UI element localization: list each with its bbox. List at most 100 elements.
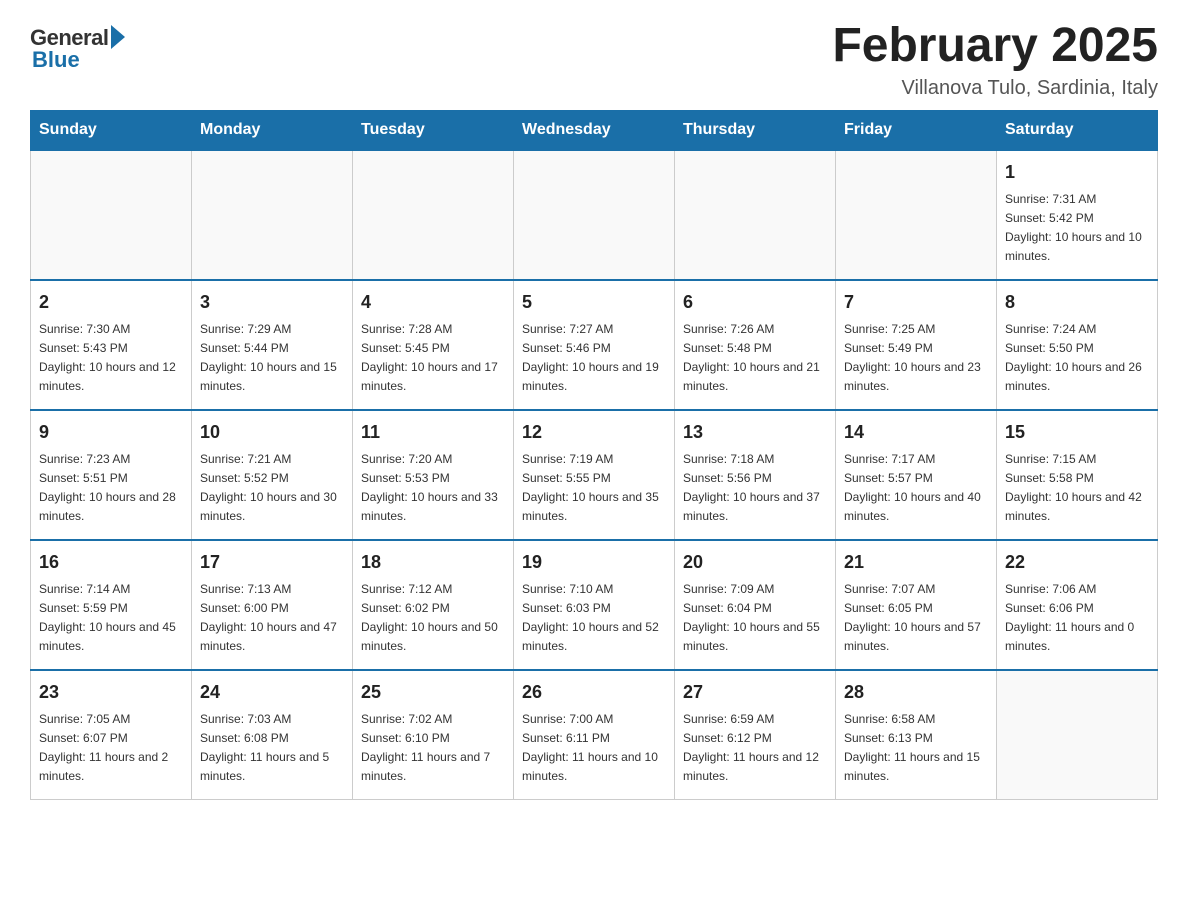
day-number: 18	[361, 549, 505, 576]
day-number: 11	[361, 419, 505, 446]
days-of-week-row: SundayMondayTuesdayWednesdayThursdayFrid…	[31, 110, 1158, 150]
page-header: General Blue February 2025 Villanova Tul…	[30, 20, 1158, 100]
calendar-cell: 15Sunrise: 7:15 AMSunset: 5:58 PMDayligh…	[997, 410, 1158, 540]
calendar-cell: 11 Sunrise: 7:20 AMSunset: 5:53 PMDayligh…	[353, 410, 514, 540]
day-number: 26	[522, 679, 666, 706]
day-info: Sunrise: 7:03 AMSunset: 6:08 PMDaylight:…	[200, 710, 344, 787]
day-number: 19	[522, 549, 666, 576]
calendar-body: 1 Sunrise: 7:31 AMSunset: 5:42 PMDaylight…	[31, 150, 1158, 800]
day-info: Sunrise: 7:15 AMSunset: 5:58 PMDaylight:…	[1005, 450, 1149, 527]
day-of-week-header: Wednesday	[514, 110, 675, 150]
title-block: February 2025 Villanova Tulo, Sardinia, …	[832, 20, 1158, 100]
calendar-week-row: 23Sunrise: 7:05 AMSunset: 6:07 PMDayligh…	[31, 670, 1158, 800]
day-of-week-header: Saturday	[997, 110, 1158, 150]
calendar-cell: 12Sunrise: 7:19 AMSunset: 5:55 PMDayligh…	[514, 410, 675, 540]
calendar-cell: 19 Sunrise: 7:10 AMSunset: 6:03 PMDayligh…	[514, 540, 675, 670]
day-info: Sunrise: 7:29 AMSunset: 5:44 PMDaylight:…	[200, 320, 344, 397]
logo-arrow-icon	[111, 25, 125, 49]
calendar-cell: 9 Sunrise: 7:23 AMSunset: 5:51 PMDaylight…	[31, 410, 192, 540]
calendar-cell: 7 Sunrise: 7:25 AMSunset: 5:49 PMDaylight…	[836, 280, 997, 410]
day-info: Sunrise: 7:18 AMSunset: 5:56 PMDaylight:…	[683, 450, 827, 527]
day-number: 5	[522, 289, 666, 316]
day-info: Sunrise: 7:09 AMSunset: 6:04 PMDaylight:…	[683, 580, 827, 657]
day-number: 1	[1005, 159, 1149, 186]
day-info: Sunrise: 7:31 AMSunset: 5:42 PMDaylight:…	[1005, 190, 1149, 267]
calendar-cell	[675, 150, 836, 280]
day-number: 28	[844, 679, 988, 706]
calendar-cell: 25Sunrise: 7:02 AMSunset: 6:10 PMDayligh…	[353, 670, 514, 800]
day-number: 17	[200, 549, 344, 576]
calendar-cell: 28 Sunrise: 6:58 AMSunset: 6:13 PMDayligh…	[836, 670, 997, 800]
day-info: Sunrise: 7:13 AMSunset: 6:00 PMDaylight:…	[200, 580, 344, 657]
calendar-subtitle: Villanova Tulo, Sardinia, Italy	[832, 77, 1158, 100]
calendar-week-row: 2 Sunrise: 7:30 AMSunset: 5:43 PMDaylight…	[31, 280, 1158, 410]
day-number: 13	[683, 419, 827, 446]
day-number: 4	[361, 289, 505, 316]
calendar-cell: 21 Sunrise: 7:07 AMSunset: 6:05 PMDayligh…	[836, 540, 997, 670]
day-info: Sunrise: 7:24 AMSunset: 5:50 PMDaylight:…	[1005, 320, 1149, 397]
day-number: 10	[200, 419, 344, 446]
calendar-cell: 14 Sunrise: 7:17 AMSunset: 5:57 PMDayligh…	[836, 410, 997, 540]
day-number: 8	[1005, 289, 1149, 316]
day-info: Sunrise: 7:10 AMSunset: 6:03 PMDaylight:…	[522, 580, 666, 657]
calendar-cell	[353, 150, 514, 280]
day-number: 23	[39, 679, 183, 706]
logo: General Blue	[30, 20, 125, 73]
day-of-week-header: Friday	[836, 110, 997, 150]
day-info: Sunrise: 7:06 AMSunset: 6:06 PMDaylight:…	[1005, 580, 1149, 657]
logo-blue-text: Blue	[32, 47, 80, 73]
calendar-cell: 2 Sunrise: 7:30 AMSunset: 5:43 PMDaylight…	[31, 280, 192, 410]
calendar-cell: 16 Sunrise: 7:14 AMSunset: 5:59 PMDayligh…	[31, 540, 192, 670]
calendar-cell	[514, 150, 675, 280]
calendar-week-row: 1 Sunrise: 7:31 AMSunset: 5:42 PMDaylight…	[31, 150, 1158, 280]
day-of-week-header: Sunday	[31, 110, 192, 150]
day-info: Sunrise: 7:21 AMSunset: 5:52 PMDaylight:…	[200, 450, 344, 527]
calendar-cell: 26 Sunrise: 7:00 AMSunset: 6:11 PMDayligh…	[514, 670, 675, 800]
day-info: Sunrise: 7:23 AMSunset: 5:51 PMDaylight:…	[39, 450, 183, 527]
day-info: Sunrise: 7:00 AMSunset: 6:11 PMDaylight:…	[522, 710, 666, 787]
day-info: Sunrise: 7:27 AMSunset: 5:46 PMDaylight:…	[522, 320, 666, 397]
calendar-cell: 3 Sunrise: 7:29 AMSunset: 5:44 PMDaylight…	[192, 280, 353, 410]
day-info: Sunrise: 7:14 AMSunset: 5:59 PMDaylight:…	[39, 580, 183, 657]
calendar-title: February 2025	[832, 20, 1158, 73]
day-info: Sunrise: 7:20 AMSunset: 5:53 PMDaylight:…	[361, 450, 505, 527]
day-of-week-header: Monday	[192, 110, 353, 150]
calendar-cell	[31, 150, 192, 280]
day-number: 22	[1005, 549, 1149, 576]
day-info: Sunrise: 7:28 AMSunset: 5:45 PMDaylight:…	[361, 320, 505, 397]
day-number: 2	[39, 289, 183, 316]
calendar-cell: 17 Sunrise: 7:13 AMSunset: 6:00 PMDayligh…	[192, 540, 353, 670]
calendar-header: SundayMondayTuesdayWednesdayThursdayFrid…	[31, 110, 1158, 150]
day-info: Sunrise: 7:26 AMSunset: 5:48 PMDaylight:…	[683, 320, 827, 397]
calendar-week-row: 16 Sunrise: 7:14 AMSunset: 5:59 PMDayligh…	[31, 540, 1158, 670]
calendar-cell	[836, 150, 997, 280]
calendar-cell: 22 Sunrise: 7:06 AMSunset: 6:06 PMDayligh…	[997, 540, 1158, 670]
day-info: Sunrise: 7:30 AMSunset: 5:43 PMDaylight:…	[39, 320, 183, 397]
calendar-cell	[192, 150, 353, 280]
day-of-week-header: Thursday	[675, 110, 836, 150]
day-number: 3	[200, 289, 344, 316]
calendar-cell: 5 Sunrise: 7:27 AMSunset: 5:46 PMDaylight…	[514, 280, 675, 410]
day-number: 6	[683, 289, 827, 316]
calendar-cell: 23Sunrise: 7:05 AMSunset: 6:07 PMDayligh…	[31, 670, 192, 800]
day-info: Sunrise: 7:17 AMSunset: 5:57 PMDaylight:…	[844, 450, 988, 527]
day-number: 12	[522, 419, 666, 446]
day-number: 7	[844, 289, 988, 316]
day-info: Sunrise: 7:12 AMSunset: 6:02 PMDaylight:…	[361, 580, 505, 657]
day-info: Sunrise: 7:25 AMSunset: 5:49 PMDaylight:…	[844, 320, 988, 397]
calendar-cell: 13 Sunrise: 7:18 AMSunset: 5:56 PMDayligh…	[675, 410, 836, 540]
calendar-cell: 1 Sunrise: 7:31 AMSunset: 5:42 PMDaylight…	[997, 150, 1158, 280]
calendar-cell: 20 Sunrise: 7:09 AMSunset: 6:04 PMDayligh…	[675, 540, 836, 670]
day-info: Sunrise: 7:07 AMSunset: 6:05 PMDaylight:…	[844, 580, 988, 657]
day-number: 16	[39, 549, 183, 576]
day-number: 20	[683, 549, 827, 576]
day-number: 24	[200, 679, 344, 706]
day-number: 9	[39, 419, 183, 446]
calendar-week-row: 9 Sunrise: 7:23 AMSunset: 5:51 PMDaylight…	[31, 410, 1158, 540]
calendar-cell: 27Sunrise: 6:59 AMSunset: 6:12 PMDayligh…	[675, 670, 836, 800]
day-number: 14	[844, 419, 988, 446]
day-number: 21	[844, 549, 988, 576]
day-of-week-header: Tuesday	[353, 110, 514, 150]
day-info: Sunrise: 6:58 AMSunset: 6:13 PMDaylight:…	[844, 710, 988, 787]
calendar-cell	[997, 670, 1158, 800]
